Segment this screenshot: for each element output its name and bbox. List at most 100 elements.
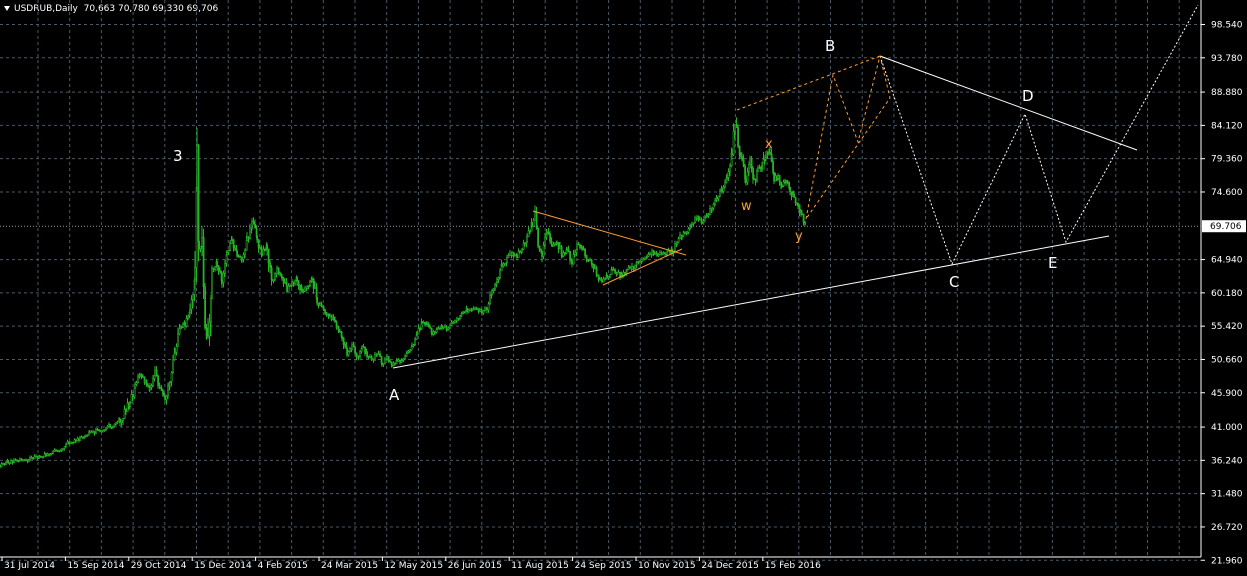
y-tick-label: 31.480	[1211, 490, 1243, 500]
candle-body	[342, 337, 345, 345]
candle-body	[596, 274, 599, 277]
candle-body	[607, 276, 610, 279]
candle-body	[36, 455, 39, 459]
candle-body	[626, 268, 629, 271]
candle-body	[429, 326, 432, 329]
candle-body	[184, 322, 187, 327]
candle-body	[774, 175, 777, 182]
candle-body	[256, 235, 259, 240]
candle-body	[496, 279, 499, 283]
candle-body	[33, 456, 36, 460]
candle-body	[609, 274, 612, 277]
candle-body	[802, 213, 805, 223]
candle-body	[159, 387, 162, 389]
candle-body	[381, 362, 384, 365]
candle-body	[745, 178, 748, 183]
candle-body	[797, 202, 800, 206]
candle-body	[339, 331, 342, 333]
y-tick-label: 79.360	[1211, 155, 1243, 165]
candle-body	[721, 188, 724, 192]
candle-body	[738, 145, 741, 156]
candle-body	[122, 418, 125, 421]
candle-body	[334, 319, 337, 323]
candle-body	[396, 359, 399, 362]
candle-body	[55, 449, 58, 452]
candle-body	[556, 242, 559, 244]
candle-body	[157, 375, 160, 386]
candle-body	[60, 448, 63, 451]
candle-body	[682, 232, 685, 237]
candle-body	[569, 250, 572, 261]
candle-body	[504, 263, 507, 265]
candle-body	[301, 288, 304, 293]
candle-body	[207, 335, 210, 339]
candle-body	[492, 288, 495, 291]
candle-body	[26, 459, 29, 462]
candle-body	[547, 231, 550, 235]
candle-body	[631, 266, 634, 270]
candle-body	[790, 191, 793, 197]
candle-body	[366, 351, 369, 357]
candle-body	[30, 457, 33, 459]
candle-body	[461, 312, 464, 314]
candle-body	[651, 250, 654, 256]
candle-body	[362, 346, 365, 348]
candle-body	[346, 348, 349, 356]
candle-body	[16, 459, 19, 462]
candle-body	[267, 248, 270, 264]
candle-body	[434, 330, 437, 333]
candle-body	[459, 315, 462, 319]
candle-body	[687, 228, 690, 233]
candle-body	[666, 251, 669, 255]
x-tick-label: 24 Mar 2015	[321, 561, 378, 571]
candle-body	[169, 381, 172, 383]
x-tick-label: 26 Jun 2015	[448, 561, 502, 571]
y-tick-label: 55.420	[1211, 322, 1243, 332]
candle-body	[103, 429, 106, 431]
candle-body	[7, 460, 10, 463]
candle-body	[261, 254, 264, 256]
candle-body	[2, 463, 5, 465]
candle-body	[654, 253, 657, 255]
candle-body	[464, 311, 467, 313]
candle-body	[657, 254, 660, 256]
candle-body	[182, 323, 185, 328]
candle-body	[257, 239, 260, 248]
candle-body	[185, 317, 188, 327]
candle-body	[379, 353, 382, 358]
candle-body	[770, 153, 773, 162]
candle-body	[234, 247, 237, 250]
candle-body	[507, 255, 510, 258]
candle-body	[394, 362, 397, 365]
candle-body	[702, 220, 705, 223]
y-tick-label: 60.180	[1211, 289, 1243, 299]
candle-body	[494, 284, 497, 290]
candle-body	[197, 144, 200, 242]
candle-body	[50, 452, 53, 455]
candle-body	[562, 252, 565, 257]
candle-body	[116, 421, 119, 424]
current-price-label: 69.706	[1210, 222, 1242, 232]
y-tick-label: 64.940	[1211, 256, 1243, 266]
candle-body	[735, 124, 738, 128]
triangle-lower-line	[602, 248, 683, 286]
candle-body	[399, 359, 402, 363]
candle-body	[324, 309, 327, 314]
candle-body	[414, 339, 417, 345]
candle-body	[142, 376, 145, 379]
candle-body	[106, 425, 109, 429]
candle-body	[312, 278, 315, 289]
candle-body	[294, 280, 297, 285]
candle-body	[422, 322, 425, 324]
candle-body	[499, 270, 502, 279]
candle-body	[522, 242, 525, 250]
candle-body	[0, 464, 2, 467]
candle-body	[587, 259, 590, 262]
candle-body	[162, 390, 165, 396]
candle-body	[534, 212, 537, 221]
candle-body	[351, 344, 354, 350]
candle-body	[23, 459, 26, 462]
candle-body	[636, 260, 639, 263]
price-chart[interactable]: 3 A B C D E w x y 98.540 93.780 88.880 84.1…	[0, 0, 1247, 576]
candle-body	[437, 327, 440, 330]
